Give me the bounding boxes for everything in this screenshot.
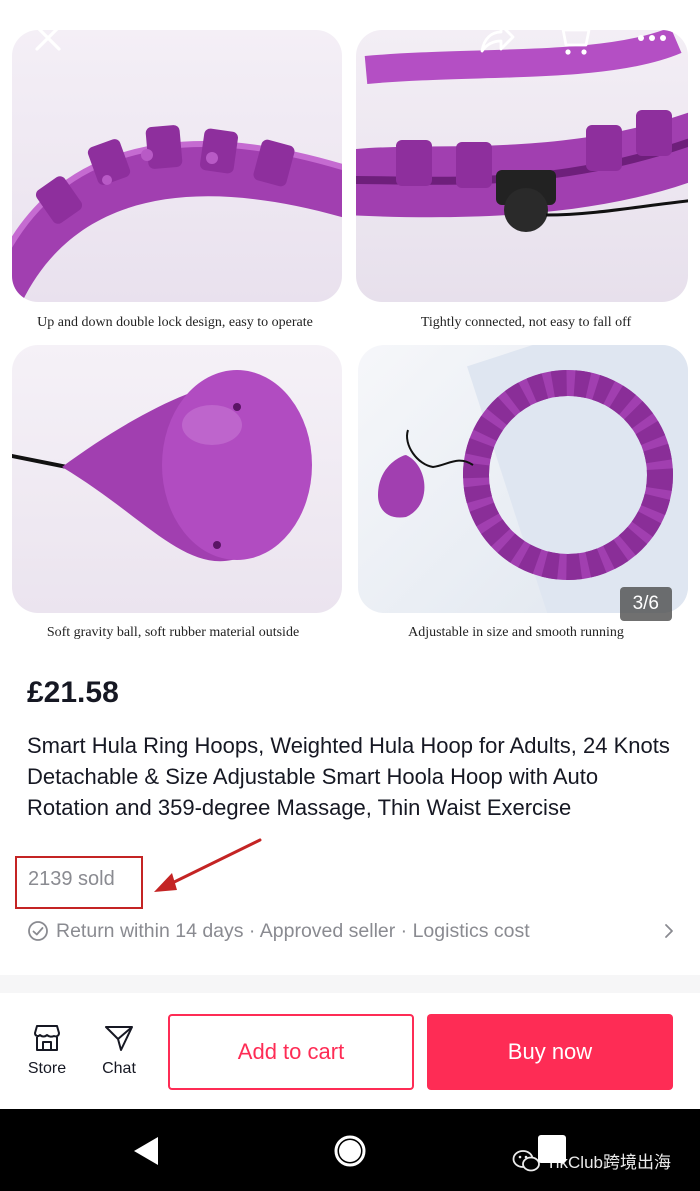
check-circle-icon: [28, 921, 48, 941]
watermark-text: TikClub跨境出海: [546, 1153, 671, 1172]
buy-now-button[interactable]: Buy now: [427, 1014, 673, 1090]
more-button[interactable]: [632, 18, 672, 58]
chat-label: Chat: [102, 1060, 136, 1077]
image-caption: Up and down double lock design, easy to …: [37, 315, 313, 330]
chevron-right-icon: [665, 924, 673, 938]
annotation-arrow: [154, 838, 262, 892]
close-button[interactable]: [28, 18, 68, 58]
store-icon: [34, 1025, 60, 1051]
product-image-connection: [356, 30, 688, 302]
chat-button[interactable]: Chat: [89, 1022, 149, 1078]
chat-icon: [105, 1026, 133, 1051]
wechat-icon: [512, 1149, 540, 1171]
product-title: Smart Hula Ring Hoops, Weighted Hula Hoo…: [27, 733, 670, 820]
home-icon[interactable]: [333, 1134, 367, 1168]
share-button[interactable]: [476, 18, 516, 58]
service-policy-row[interactable]: Return within 14 days · Approved seller …: [27, 917, 677, 945]
cart-button[interactable]: [553, 18, 593, 58]
product-image-lock-design: [12, 30, 342, 302]
product-image-gravity-ball: [12, 345, 342, 613]
share-icon: [480, 23, 515, 53]
image-caption: Tightly connected, not easy to fall off: [420, 315, 632, 330]
product-image-full-hoop: [358, 345, 688, 613]
image-caption: Soft gravity ball, soft rubber material …: [46, 625, 300, 640]
service-policy-text: Return within 14 days · Approved seller …: [56, 919, 530, 942]
store-button[interactable]: Store: [17, 1022, 77, 1078]
add-to-cart-button[interactable]: Add to cart: [168, 1014, 414, 1090]
watermark: TikClub跨境出海: [512, 1148, 671, 1173]
image-caption: Adjustable in size and smooth running: [408, 625, 624, 640]
close-icon: [35, 25, 61, 51]
image-counter: 3/6: [619, 587, 672, 621]
product-image-gallery[interactable]: Up and down double lock design, easy to …: [0, 0, 700, 655]
cart-icon: [554, 22, 591, 55]
store-label: Store: [27, 1060, 67, 1077]
section-divider: [0, 975, 700, 993]
sold-count: 2139 sold: [28, 868, 115, 890]
product-price: £21.58: [27, 676, 119, 709]
more-icon: [638, 35, 666, 41]
back-icon[interactable]: [130, 1134, 162, 1168]
